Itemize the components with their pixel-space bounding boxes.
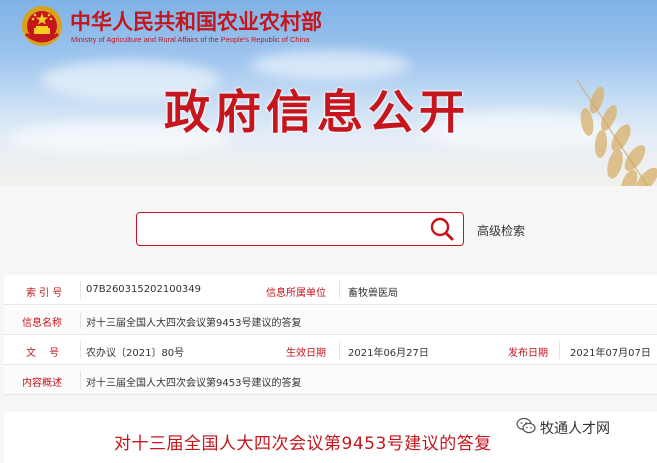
search-icon[interactable]: [427, 215, 457, 243]
search-input[interactable]: [143, 217, 413, 241]
docno-value: 农办议〔2021〕80号: [86, 348, 185, 359]
org-name-en: Ministry of Agriculture and Rural Affair…: [71, 35, 310, 44]
advanced-search-link[interactable]: 高级检索: [477, 222, 525, 239]
header-banner: 中华人民共和国农业农村部 Ministry of Agriculture and…: [0, 0, 657, 186]
wechat-icon: [516, 417, 536, 434]
index-label: 索 引 号: [26, 288, 63, 299]
info-row: 文 号 农办议〔2021〕80号 生效日期 2021年06月27日 发布日期 2…: [4, 335, 657, 365]
org-name-cn: 中华人民共和国农业农村部: [70, 9, 322, 34]
dept-label: 信息所属单位: [266, 288, 326, 299]
name-label: 信息名称: [22, 318, 62, 329]
wheat-decoration-icon: [576, 79, 657, 186]
info-row: 信息名称 对十三届全国人大四次会议第9453号建议的答复: [4, 305, 657, 335]
info-row: 内容概述 对十三届全国人大四次会议第9453号建议的答复: [4, 365, 657, 395]
page-title: 政府信息公开: [164, 85, 470, 139]
search-box: [136, 212, 464, 246]
summary-value: 对十三届全国人大四次会议第9453号建议的答复: [86, 378, 302, 389]
dept-value: 畜牧兽医局: [348, 288, 398, 299]
docno-label: 文 号: [26, 348, 60, 359]
summary-label: 内容概述: [22, 378, 62, 389]
info-table: 索 引 号 07B260315202100349 信息所属单位 畜牧兽医局 信息…: [4, 275, 657, 395]
document-title: 对十三届全国人大四次会议第9453号建议的答复: [114, 434, 492, 454]
watermark-text: 牧通人才网: [540, 421, 610, 437]
name-value: 对十三届全国人大四次会议第9453号建议的答复: [86, 318, 302, 329]
effective-label: 生效日期: [286, 348, 326, 359]
effective-value: 2021年06月27日: [348, 348, 429, 359]
index-value: 07B260315202100349: [86, 284, 202, 295]
info-row: 索 引 号 07B260315202100349 信息所属单位 畜牧兽医局: [4, 275, 657, 305]
national-emblem-icon: [22, 6, 62, 46]
published-label: 发布日期: [508, 348, 548, 359]
search-area: 高级检索: [0, 186, 657, 266]
published-value: 2021年07月07日: [570, 348, 651, 359]
